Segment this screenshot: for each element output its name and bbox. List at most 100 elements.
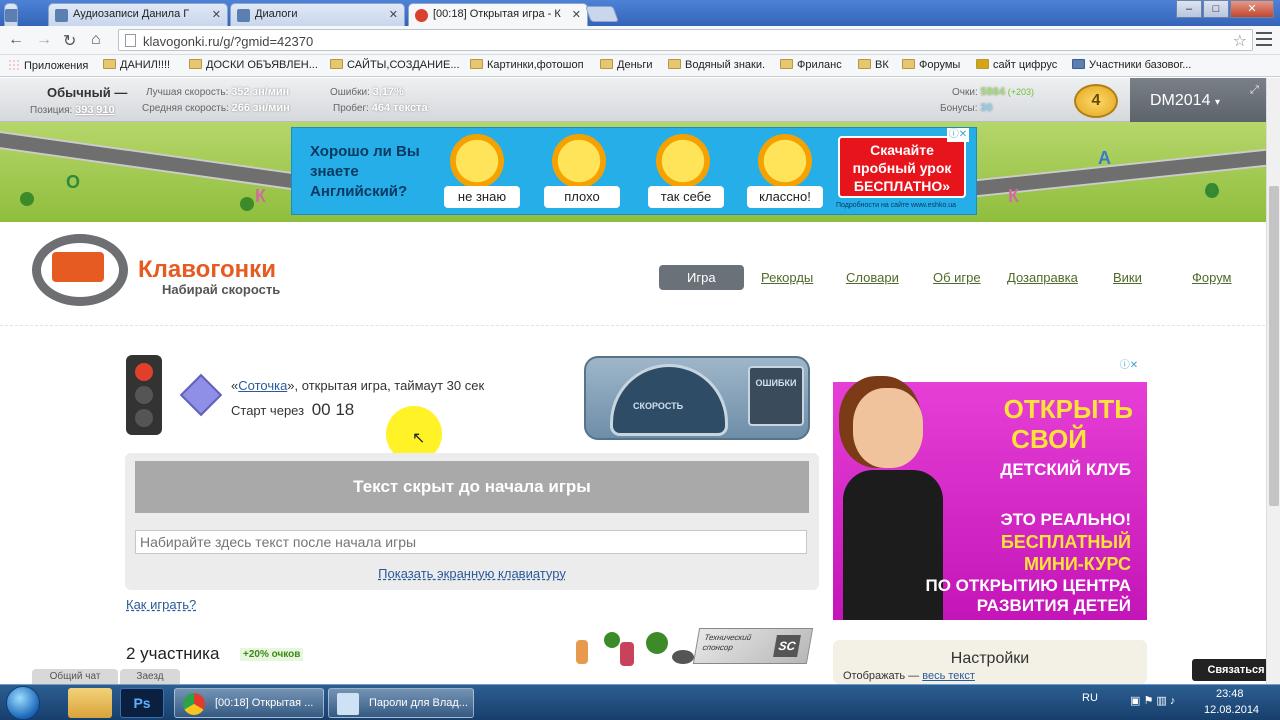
bookmark-folder[interactable]: Картинки,фотошоп xyxy=(470,59,584,71)
letter-decoration: К xyxy=(1008,186,1019,206)
errors-stat: Ошибки: 3,17% xyxy=(330,86,404,98)
tab-dialogs[interactable]: Диалоги ✕ xyxy=(230,3,405,26)
minimize-button[interactable]: – xyxy=(1176,0,1202,18)
window-controls: – □ ✕ xyxy=(1176,0,1274,18)
bonus-badge: +20% очков xyxy=(240,648,304,661)
home-icon[interactable]: ⌂ xyxy=(91,31,101,49)
clock-date[interactable]: 12.08.2014 xyxy=(1204,704,1259,716)
close-window-button[interactable]: ✕ xyxy=(1230,0,1274,18)
traffic-light-icon xyxy=(126,355,162,435)
windows-start-icon[interactable] xyxy=(6,686,40,720)
bookmark-site[interactable]: сайт цифрус xyxy=(976,59,1057,71)
explorer-icon[interactable] xyxy=(68,688,112,718)
adchoices-icon[interactable]: ⓘ✕ xyxy=(1118,359,1140,373)
settings-display-row: Отображать — весь текст xyxy=(843,670,975,682)
tech-sponsor-banner[interactable]: Технический спонсор SC xyxy=(692,628,814,664)
english-ad-banner[interactable]: Хорошо ли Вы знаете Английский? не знаю … xyxy=(291,127,977,215)
back-arrow-icon[interactable]: ← xyxy=(8,31,24,49)
letter-decoration: О xyxy=(1205,180,1220,200)
close-tab-icon[interactable]: ✕ xyxy=(212,8,221,21)
bookmark-site[interactable]: Участники базовог... xyxy=(1072,59,1191,71)
bookmark-folder[interactable]: ДОСКИ ОБЪЯВЛЕН... xyxy=(189,59,318,71)
expand-icon[interactable]: ⤢ xyxy=(1250,84,1259,97)
ad-line: ЭТО РЕАЛЬНО! xyxy=(1000,510,1131,529)
vk-icon xyxy=(5,9,17,22)
bookmark-apps[interactable]: Приложения xyxy=(8,59,88,72)
vk-icon xyxy=(237,9,250,22)
sun-icon xyxy=(552,134,606,188)
vk-icon xyxy=(55,9,68,22)
reload-icon[interactable]: ↻ xyxy=(63,31,76,51)
level-badge[interactable]: 4 xyxy=(1074,84,1118,118)
username: DM2014 xyxy=(1150,92,1211,109)
ad-option-button[interactable]: классно! xyxy=(747,186,823,208)
position-value[interactable]: 393 xyxy=(75,104,93,116)
bookmark-folder[interactable]: Водяный знаки. xyxy=(668,59,765,71)
folder-icon xyxy=(600,59,613,69)
position-total[interactable]: 910 xyxy=(96,104,114,116)
keyboard-logo-icon xyxy=(52,252,104,282)
how-to-play-link[interactable]: Как играть? xyxy=(126,597,196,612)
photoshop-icon[interactable]: Ps xyxy=(120,688,164,718)
ad-line: ОТКРЫТЬ xyxy=(1003,394,1133,424)
taskbar-chrome[interactable]: [00:18] Открытая ... xyxy=(174,688,324,718)
countdown-timer: 00 18 xyxy=(311,400,355,419)
typing-input[interactable] xyxy=(135,530,807,554)
bookmark-folder[interactable]: ВК xyxy=(858,59,889,71)
taskbar-notepad[interactable]: Пароли для Влад... xyxy=(328,688,474,718)
menu-icon[interactable] xyxy=(1256,32,1272,46)
apps-icon xyxy=(8,59,19,70)
nav-wiki[interactable]: Вики xyxy=(1113,270,1142,285)
nav-refuel[interactable]: Дозаправка xyxy=(1007,270,1078,285)
woman-illustration xyxy=(853,388,923,468)
nav-forum[interactable]: Форум xyxy=(1192,270,1232,285)
road-decoration xyxy=(0,125,310,193)
clock-time[interactable]: 23:48 xyxy=(1216,688,1244,700)
general-chat-tab[interactable]: Общий чат xyxy=(32,669,118,684)
ad-download-button[interactable]: Скачайте пробный урок БЕСПЛАТНО» xyxy=(838,136,966,198)
ad-option-button[interactable]: так себе xyxy=(648,186,724,208)
kids-club-ad[interactable]: ОТКРЫТЬ СВОЙ ДЕТСКИЙ КЛУБ ЭТО РЕАЛЬНО! Б… xyxy=(833,382,1147,620)
letter-decoration: О xyxy=(66,172,81,192)
speedometer-panel: СКОРОСТЬ ОШИБКИ xyxy=(584,356,810,440)
sun-icon xyxy=(758,134,812,188)
bookmark-folder[interactable]: САЙТЫ,СОЗДАНИЕ... xyxy=(330,59,460,71)
language-indicator[interactable]: RU xyxy=(1082,692,1098,704)
show-keyboard-link[interactable]: Показать экранную клавиатуру xyxy=(125,566,819,581)
page-scrollbar[interactable] xyxy=(1266,78,1280,684)
bookmark-folder[interactable]: ДАНИЛ!!!! xyxy=(103,59,170,71)
tab-vk-mini[interactable] xyxy=(4,3,18,26)
best-speed: Лучшая скорость: 352 зн/мин xyxy=(146,86,290,98)
forward-arrow-icon[interactable]: → xyxy=(36,31,52,49)
nav-records[interactable]: Рекорды xyxy=(761,270,813,285)
ad-option-button[interactable]: плохо xyxy=(544,186,620,208)
ad-line: ДЕТСКИЙ КЛУБ xyxy=(1000,460,1131,479)
tray-icons[interactable]: ▣ ⚑ ▥ ♪ xyxy=(1130,694,1175,707)
ad-option-button[interactable]: не знаю xyxy=(444,186,520,208)
tab-audio[interactable]: Аудиозаписи Данила Г ✕ xyxy=(48,3,228,26)
tab-game[interactable]: [00:18] Открытая игра - К ✕ xyxy=(408,3,588,27)
close-tab-icon[interactable]: ✕ xyxy=(572,8,581,21)
browser-toolbar: ← → ↻ ⌂ klavogonki.ru/g/?gmid=42370 ☆ xyxy=(0,26,1280,55)
game-type-link[interactable]: Соточка xyxy=(238,378,287,393)
new-tab-button[interactable] xyxy=(585,6,619,22)
close-tab-icon[interactable]: ✕ xyxy=(389,8,398,21)
bookmark-folder[interactable]: Деньги xyxy=(600,59,653,71)
nav-about[interactable]: Об игре xyxy=(933,270,981,285)
site-logo-title[interactable]: Клавогонки xyxy=(138,256,276,284)
nav-dictionaries[interactable]: Словари xyxy=(846,270,899,285)
bookmark-folder[interactable]: Форумы xyxy=(902,59,960,71)
nav-game[interactable]: Игра xyxy=(659,265,744,290)
race-chat-tab[interactable]: Заезд xyxy=(120,669,180,684)
scrollbar-thumb[interactable] xyxy=(1269,186,1279,506)
ad-line: МИНИ-КУРС xyxy=(1023,554,1131,574)
maximize-button[interactable]: □ xyxy=(1203,0,1229,18)
address-bar[interactable]: klavogonki.ru/g/?gmid=42370 ☆ xyxy=(118,29,1253,51)
ad-line: СВОЙ xyxy=(1011,424,1087,454)
bookmark-star-icon[interactable]: ☆ xyxy=(1233,31,1247,51)
bookmark-folder[interactable]: Фриланс xyxy=(780,59,842,71)
user-menu[interactable]: DM2014 ▾ xyxy=(1150,92,1220,110)
adchoices-icon[interactable]: ⓘ✕ xyxy=(947,128,969,142)
display-mode-link[interactable]: весь текст xyxy=(922,670,975,682)
sun-icon xyxy=(656,134,710,188)
